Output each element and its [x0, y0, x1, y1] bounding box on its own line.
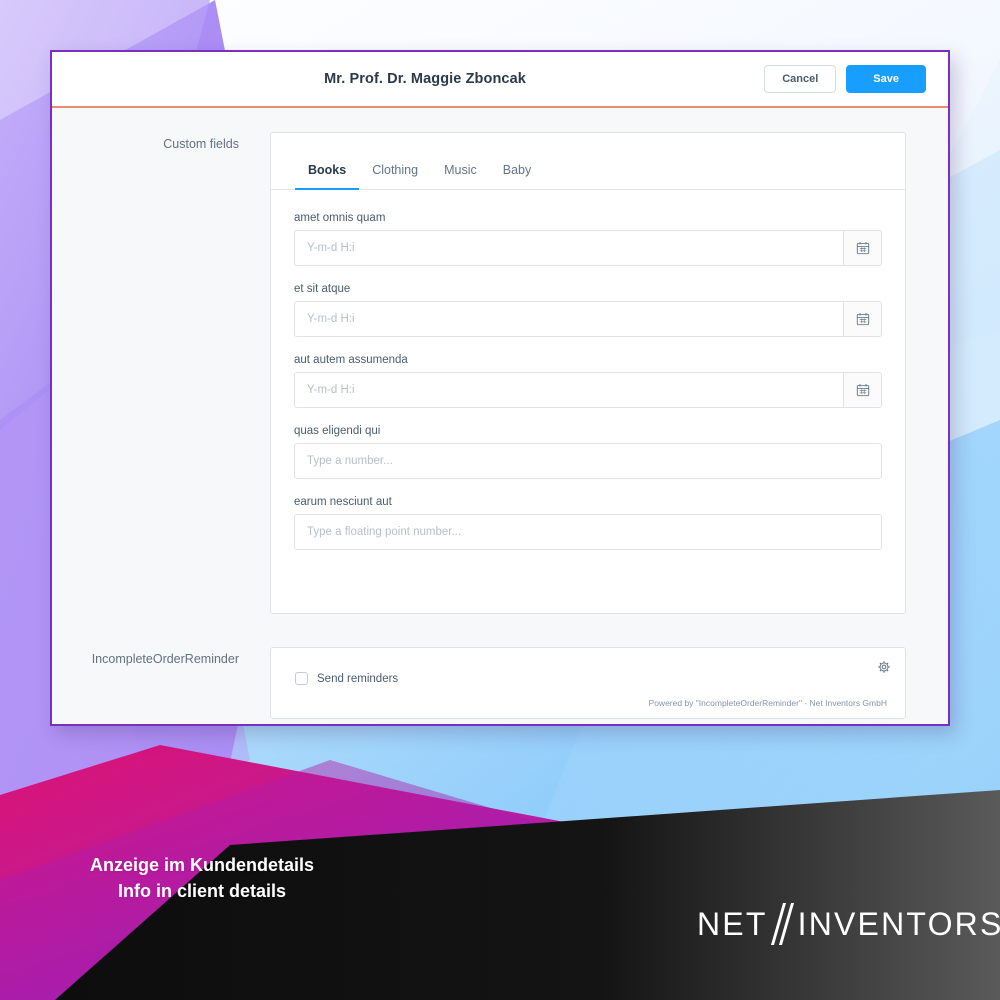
send-reminders-label[interactable]: Send reminders	[317, 673, 398, 685]
banner-line-en: Info in client details	[117, 881, 287, 901]
banner-caption: Anzeige im Kundendetails Info in client …	[0, 852, 404, 904]
calendar-icon[interactable]	[843, 231, 881, 265]
tab-music[interactable]: Music	[431, 163, 490, 189]
gear-icon[interactable]	[873, 656, 895, 678]
reminder-panel: Send reminders Powered by "IncompleteOrd…	[270, 647, 906, 719]
section-custom-fields: Custom fields Books Clothing Music Baby …	[52, 132, 948, 614]
field-aut-autem-assumenda: aut autem assumenda	[294, 354, 882, 408]
save-button[interactable]: Save	[846, 65, 926, 93]
section-incomplete-order-reminder: IncompleteOrderReminder Send reminders P…	[52, 647, 948, 719]
powered-by-text: Powered by "IncompleteOrderReminder" - N…	[648, 698, 887, 708]
section-label-incomplete-order-reminder: IncompleteOrderReminder	[91, 652, 239, 666]
section-label-custom-fields: Custom fields	[163, 137, 239, 151]
field-label: quas eligendi qui	[294, 425, 381, 437]
datetime-input-group	[294, 301, 882, 337]
logo-text-inventors: INVENTORS	[797, 905, 1000, 942]
calendar-icon[interactable]	[843, 302, 881, 336]
field-quas-eligendi-qui: quas eligendi qui	[294, 425, 882, 479]
tab-baby[interactable]: Baby	[490, 163, 545, 189]
send-reminders-checkbox[interactable]	[295, 672, 308, 685]
float-input[interactable]	[294, 514, 882, 550]
tab-clothing[interactable]: Clothing	[359, 163, 431, 189]
card-header: Mr. Prof. Dr. Maggie Zboncak Cancel Save	[52, 52, 948, 108]
field-label: aut autem assumenda	[294, 354, 408, 366]
number-input[interactable]	[294, 443, 882, 479]
datetime-input-group	[294, 372, 882, 408]
logo-double-slash-icon	[770, 903, 796, 945]
calendar-icon[interactable]	[843, 373, 881, 407]
field-label: earum nesciunt aut	[294, 496, 392, 508]
header-actions: Cancel Save	[764, 65, 926, 93]
customer-detail-card: Mr. Prof. Dr. Maggie Zboncak Cancel Save…	[50, 50, 950, 726]
net-inventors-logo: NET INVENTORS	[697, 903, 1000, 945]
datetime-input[interactable]	[295, 302, 843, 336]
custom-fields-panel: Books Clothing Music Baby amet omnis qua…	[270, 132, 906, 614]
cancel-button[interactable]: Cancel	[764, 65, 837, 93]
card-body: Custom fields Books Clothing Music Baby …	[52, 108, 948, 724]
datetime-input[interactable]	[295, 373, 843, 407]
send-reminders-row[interactable]: Send reminders	[295, 672, 887, 685]
custom-field-tabs: Books Clothing Music Baby	[271, 133, 905, 190]
banner-line-de: Anzeige im Kundendetails	[89, 855, 315, 875]
datetime-input-group	[294, 230, 882, 266]
field-earum-nesciunt-aut: earum nesciunt aut	[294, 496, 882, 550]
screenshot-stage: Mr. Prof. Dr. Maggie Zboncak Cancel Save…	[0, 0, 1000, 1000]
custom-fields-list: amet omnis quam Y-m-d H:i et sit atque Y…	[271, 190, 905, 550]
field-label: et sit atque	[294, 283, 351, 295]
datetime-input[interactable]	[295, 231, 843, 265]
field-amet-omnis-quam: amet omnis quam	[294, 212, 882, 266]
logo-text-net: NET	[697, 905, 768, 942]
field-label: amet omnis quam	[294, 212, 386, 224]
tab-books[interactable]: Books	[295, 163, 360, 190]
field-et-sit-atque: et sit atque	[294, 283, 882, 337]
